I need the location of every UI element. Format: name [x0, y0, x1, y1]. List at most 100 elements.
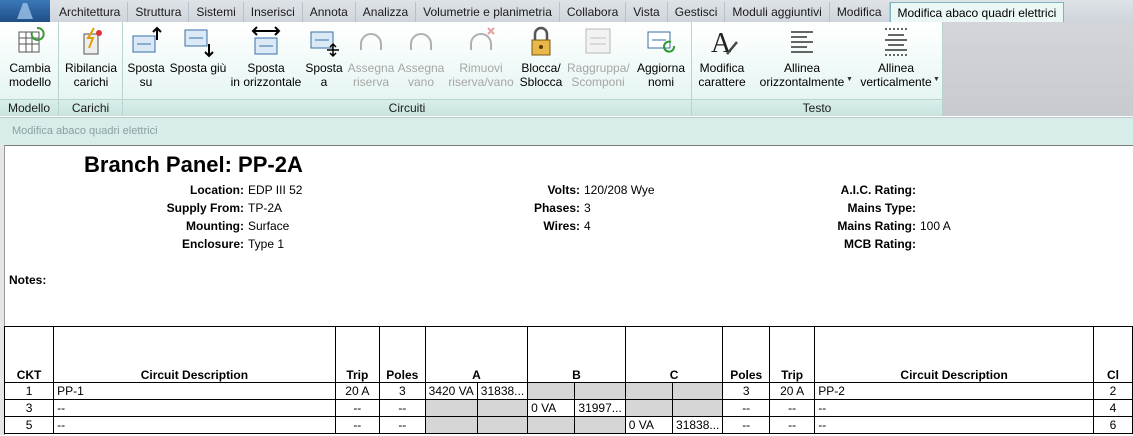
modifica-carattere-button[interactable]: A Modifica carattere [694, 26, 750, 89]
cambia-modello-button[interactable]: Cambia modello [6, 26, 54, 89]
table-cell[interactable]: -- [334, 416, 380, 434]
tab-annota[interactable]: Annota [303, 2, 356, 22]
allinea-orizz-dropdown-icon[interactable]: ▼ [846, 76, 853, 83]
table-cell[interactable]: 20 A [334, 382, 380, 400]
table-cell[interactable]: -- [53, 399, 336, 417]
table-cell[interactable]: 3420 VA [424, 382, 478, 400]
circuit-table: CKT Circuit Description Trip Poles A B C… [3, 326, 1133, 434]
enclosure-value[interactable]: Type 1 [248, 237, 284, 251]
table-cell[interactable] [527, 382, 576, 400]
table-cell[interactable]: 31838... [476, 382, 529, 400]
mounting-value[interactable]: Surface [248, 219, 289, 233]
mains-rating-value[interactable]: 100 A [920, 219, 951, 233]
tab-sistemi[interactable]: Sistemi [189, 2, 244, 22]
assegna-riserva-button[interactable]: Assegna riserva [347, 26, 395, 89]
table-cell[interactable]: -- [378, 416, 426, 434]
header-poles-right[interactable]: Poles [722, 326, 770, 383]
sposta-giu-button[interactable]: Sposta giù [168, 26, 228, 75]
tab-gestisci[interactable]: Gestisci [668, 2, 726, 22]
sposta-su-button[interactable]: Sposta su [126, 26, 166, 89]
table-cell[interactable]: PP-2 [814, 382, 1094, 400]
table-cell[interactable] [574, 416, 626, 434]
table-cell[interactable]: -- [334, 399, 380, 417]
table-cell[interactable] [624, 382, 674, 400]
sposta-orizzontale-button[interactable]: Sposta in orizzontale [229, 26, 303, 89]
table-cell[interactable]: -- [722, 416, 770, 434]
header-circuit-description-right[interactable]: Circuit Description [814, 326, 1094, 383]
raggruppa-scomponi-button[interactable]: Raggruppa/ Scomponi [567, 26, 630, 89]
aggiorna-nomi-button[interactable]: Aggiorna nomi [633, 26, 689, 89]
phases-value[interactable]: 3 [584, 201, 591, 215]
table-cell[interactable]: 5 [3, 416, 55, 434]
table-cell[interactable]: 4 [1092, 399, 1133, 417]
table-cell[interactable] [527, 416, 576, 434]
tab-collabora[interactable]: Collabora [560, 2, 627, 22]
header-ckt[interactable]: CKT [3, 326, 55, 383]
rimuovi-riserva-vano-button[interactable]: Rimuovi riserva/vano [446, 26, 516, 89]
header-trip-right[interactable]: Trip [768, 326, 816, 383]
ribilancia-carichi-button[interactable]: Ribilancia carichi [63, 26, 119, 89]
table-header-row: CKT Circuit Description Trip Poles A B C… [3, 326, 1133, 383]
table-cell[interactable]: -- [814, 416, 1094, 434]
header-poles[interactable]: Poles [378, 326, 426, 383]
table-cell[interactable]: 31838... [672, 416, 724, 434]
tab-modifica-abaco-quadri[interactable]: Modifica abaco quadri elettrici [889, 2, 1065, 24]
table-cell[interactable] [672, 382, 724, 400]
header-ckt-right[interactable]: Cl [1092, 326, 1133, 383]
table-cell[interactable]: 2 [1092, 382, 1133, 400]
header-phase-b[interactable]: B [527, 326, 626, 383]
tab-modifica[interactable]: Modifica [830, 2, 890, 22]
table-cell[interactable] [672, 399, 724, 417]
table-cell[interactable] [424, 399, 478, 417]
tab-analizza[interactable]: Analizza [356, 2, 417, 22]
table-cell[interactable]: 3 [3, 399, 55, 417]
allinea-vert-dropdown-icon[interactable]: ▼ [933, 76, 940, 83]
panel-label-modello: Modello [0, 99, 58, 116]
location-value[interactable]: EDP III 52 [248, 183, 302, 197]
table-cell[interactable]: 3 [722, 382, 770, 400]
tab-inserisci[interactable]: Inserisci [244, 2, 303, 22]
wires-value[interactable]: 4 [584, 219, 591, 233]
tab-moduli-aggiuntivi[interactable]: Moduli aggiuntivi [725, 2, 830, 22]
table-cell[interactable]: -- [378, 399, 426, 417]
application-menu-button[interactable] [0, 0, 50, 22]
tab-volumetrie[interactable]: Volumetrie e planimetria [416, 2, 560, 22]
table-cell[interactable]: -- [722, 399, 770, 417]
allinea-orizzontalmente-button[interactable]: Allinea orizzontalmente [754, 26, 850, 89]
header-phase-a[interactable]: A [424, 326, 529, 383]
assegna-vano-button[interactable]: Assegna vano [397, 26, 445, 89]
volts-value[interactable]: 120/208 Wye [584, 183, 655, 197]
update-names-icon [644, 26, 678, 58]
tab-vista[interactable]: Vista [626, 2, 668, 22]
allinea-verticalmente-button[interactable]: Allinea verticalmente [856, 26, 936, 89]
table-cell[interactable]: 31997... [574, 399, 626, 417]
table-cell[interactable]: 0 VA [527, 399, 576, 417]
table-cell[interactable] [476, 399, 529, 417]
context-label: Modifica abaco quadri elettrici [12, 125, 158, 137]
context-options-bar: Modifica abaco quadri elettrici [0, 117, 1133, 146]
table-cell[interactable] [624, 399, 674, 417]
table-cell[interactable]: PP-1 [53, 382, 336, 400]
table-cell[interactable]: 20 A [768, 382, 816, 400]
table-cell[interactable]: 3 [378, 382, 426, 400]
table-cell[interactable] [424, 416, 478, 434]
table-cell[interactable]: 1 [3, 382, 55, 400]
phases-label: Phases: [533, 201, 580, 215]
tab-architettura[interactable]: Architettura [52, 2, 129, 22]
table-cell[interactable]: 6 [1092, 416, 1133, 434]
table-cell[interactable] [574, 382, 626, 400]
supply-from-value[interactable]: TP-2A [248, 201, 282, 215]
header-phase-c[interactable]: C [624, 326, 724, 383]
table-cell[interactable]: -- [53, 416, 336, 434]
blocca-sblocca-button[interactable]: Blocca/ Sblocca [518, 26, 564, 89]
table-cell[interactable]: 0 VA [624, 416, 674, 434]
header-trip[interactable]: Trip [334, 326, 380, 383]
table-cell[interactable]: -- [814, 399, 1094, 417]
table-cell[interactable]: -- [768, 399, 816, 417]
sposta-a-button[interactable]: Sposta a [304, 26, 344, 89]
panel-title[interactable]: Branch Panel: PP-2A [84, 152, 303, 178]
table-cell[interactable]: -- [768, 416, 816, 434]
table-cell[interactable] [476, 416, 529, 434]
header-circuit-description[interactable]: Circuit Description [53, 326, 336, 383]
tab-struttura[interactable]: Struttura [128, 2, 190, 22]
